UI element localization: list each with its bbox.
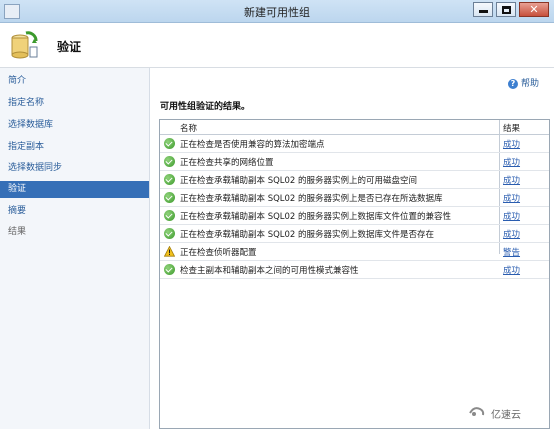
title-bar: 新建可用性组 ✕: [0, 0, 554, 23]
maximize-button[interactable]: [496, 2, 516, 17]
page-title: 验证: [57, 40, 82, 54]
watermark-logo: [469, 407, 485, 416]
success-icon: [164, 174, 175, 185]
result-link[interactable]: 警告: [503, 246, 520, 258]
help-label: 帮助: [521, 79, 540, 89]
check-name: 正在检查是否使用兼容的算法加密端点: [180, 140, 325, 150]
nav-item-validation[interactable]: 验证: [0, 181, 149, 198]
nav-item-specify-replicas[interactable]: 指定副本: [0, 139, 149, 156]
success-icon: [164, 264, 175, 275]
success-icon: [164, 156, 175, 167]
nav-item-results: 结果: [8, 227, 27, 237]
nav-item-summary[interactable]: 摘要: [0, 203, 149, 220]
close-button[interactable]: ✕: [519, 2, 549, 17]
help-icon: ?: [508, 78, 518, 89]
check-name: 正在检查侦听器配置: [180, 248, 257, 258]
column-header-name[interactable]: 名称: [180, 122, 197, 134]
result-link[interactable]: 成功: [503, 228, 520, 240]
table-row[interactable]: 正在检查共享的网络位置 成功: [160, 153, 549, 171]
result-link[interactable]: 成功: [503, 264, 520, 276]
wizard-nav: 简介 指定名称 选择数据库 指定副本 选择数据同步 验证 摘要 结果: [0, 68, 150, 429]
check-name: 正在检查共享的网络位置: [180, 158, 274, 168]
result-link[interactable]: 成功: [503, 210, 520, 222]
watermark-text: 亿速云: [491, 410, 521, 421]
help-link[interactable]: ? 帮助: [508, 76, 539, 89]
check-name: 正在检查承载辅助副本 SQL02 的服务器实例上数据库文件位置的兼容性: [180, 212, 452, 222]
result-link[interactable]: 成功: [503, 156, 520, 168]
nav-item-specify-name[interactable]: 指定名称: [0, 95, 149, 112]
window-title: 新建可用性组: [244, 6, 310, 19]
success-icon: [164, 228, 175, 239]
table-row[interactable]: 正在检查承载辅助副本 SQL02 的服务器实例上是否已存在所选数据库 成功: [160, 189, 549, 207]
check-name: 正在检查承载辅助副本 SQL02 的服务器实例上数据库文件是否存在: [180, 230, 435, 240]
success-icon: [164, 138, 175, 149]
table-row[interactable]: 正在检查承载辅助副本 SQL02 的服务器实例上数据库文件是否存在 成功: [160, 225, 549, 243]
table-row[interactable]: 正在检查是否使用兼容的算法加密端点 成功: [160, 135, 549, 153]
validation-results-grid: 名称 结果 正在检查是否使用兼容的算法加密端点 成功 正在检查共享的网络位置 成…: [159, 119, 550, 429]
close-icon: ✕: [529, 2, 539, 16]
success-icon: [164, 210, 175, 221]
table-row[interactable]: 正在检查侦听器配置 警告: [160, 243, 549, 261]
main-panel: ? 帮助 可用性组验证的结果。 名称 结果 正在检查是否使用兼容的算法加密端点 成…: [150, 68, 554, 429]
result-link[interactable]: 成功: [503, 192, 520, 204]
success-icon: [164, 192, 175, 203]
table-row[interactable]: 正在检查承载辅助副本 SQL02 的服务器实例上的可用磁盘空间 成功: [160, 171, 549, 189]
result-link[interactable]: 成功: [503, 138, 520, 150]
database-validation-icon: [11, 31, 38, 59]
warning-icon: [164, 246, 175, 257]
check-name: 正在检查承载辅助副本 SQL02 的服务器实例上是否已存在所选数据库: [180, 194, 443, 204]
table-row[interactable]: 检查主副本和辅助副本之间的可用性模式兼容性 成功: [160, 261, 549, 279]
table-row[interactable]: 正在检查承载辅助副本 SQL02 的服务器实例上数据库文件位置的兼容性 成功: [160, 207, 549, 225]
section-title: 可用性组验证的结果。: [160, 102, 251, 112]
wizard-header: 验证: [0, 23, 554, 68]
nav-item-data-sync[interactable]: 选择数据同步: [0, 160, 149, 177]
check-name: 正在检查承载辅助副本 SQL02 的服务器实例上的可用磁盘空间: [180, 176, 418, 186]
maximize-icon: [501, 5, 511, 14]
grid-header: 名称 结果: [160, 120, 549, 135]
nav-item-select-databases[interactable]: 选择数据库: [0, 117, 149, 134]
column-header-result[interactable]: 结果: [503, 122, 520, 134]
check-name: 检查主副本和辅助副本之间的可用性模式兼容性: [180, 266, 359, 276]
nav-item-intro[interactable]: 简介: [0, 73, 149, 90]
minimize-button[interactable]: [473, 2, 493, 17]
minimize-icon: [478, 10, 488, 13]
result-link[interactable]: 成功: [503, 174, 520, 186]
